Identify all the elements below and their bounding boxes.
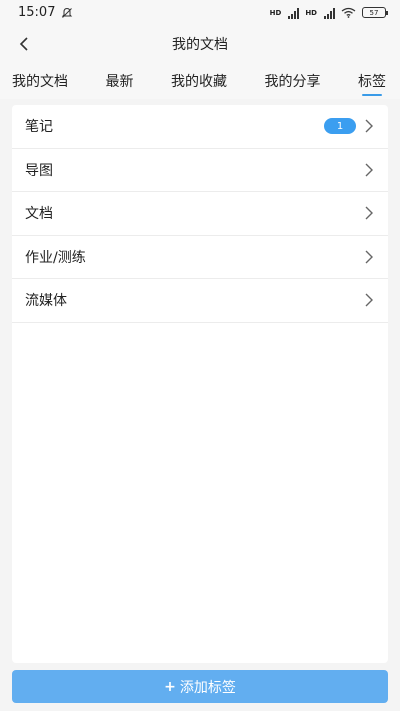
tag-label: 文档 xyxy=(25,206,53,223)
chevron-right-icon xyxy=(365,163,373,177)
tag-item-homework[interactable]: 作业/测练 xyxy=(12,236,388,279)
add-tag-label: 添加标签 xyxy=(179,679,236,696)
tab-my-documents[interactable]: 我的文档 xyxy=(12,63,68,99)
tag-item-notes[interactable]: 笔记 1 xyxy=(12,105,388,149)
status-bar: 15:07 HD HD 57 xyxy=(0,0,400,25)
tab-label: 我的分享 xyxy=(264,74,321,90)
page-title: 我的文档 xyxy=(172,37,228,53)
tab-label: 最新 xyxy=(105,74,134,90)
back-button[interactable] xyxy=(12,32,36,56)
tag-label: 笔记 xyxy=(25,119,53,136)
notification-muted-icon xyxy=(62,7,73,18)
tag-item-streaming-media[interactable]: 流媒体 xyxy=(12,279,388,323)
hd-indicator-icon: HD xyxy=(305,8,317,17)
tag-item-documents[interactable]: 文档 xyxy=(12,192,388,236)
hd-indicator-icon: HD xyxy=(269,8,282,17)
tag-label: 作业/测练 xyxy=(25,249,86,266)
wifi-icon xyxy=(341,7,356,18)
count-badge: 1 xyxy=(324,118,356,135)
tag-list: 笔记 1 导图 文档 作业/测练 流媒体 xyxy=(12,105,388,663)
battery-level: 57 xyxy=(369,8,379,17)
chevron-right-icon xyxy=(365,293,373,307)
tag-item-mindmap[interactable]: 导图 xyxy=(12,149,388,192)
chevron-right-icon xyxy=(365,119,373,133)
add-tag-button[interactable]: + 添加标签 xyxy=(12,670,388,703)
signal-icon xyxy=(288,7,300,19)
status-right: HD HD 57 xyxy=(269,7,388,19)
tab-label: 标签 xyxy=(358,74,386,90)
tag-label: 流媒体 xyxy=(25,293,67,310)
chevron-left-icon xyxy=(19,37,28,51)
title-bar: 我的文档 xyxy=(0,25,400,63)
row-right: 1 xyxy=(324,118,374,135)
signal-icon xyxy=(324,7,335,19)
tab-label: 我的收藏 xyxy=(171,74,227,90)
tag-label: 导图 xyxy=(25,162,53,179)
tab-tags[interactable]: 标签 xyxy=(358,63,386,99)
tab-my-shares[interactable]: 我的分享 xyxy=(265,63,321,99)
chevron-right-icon xyxy=(365,250,373,264)
battery-icon: 57 xyxy=(362,7,388,18)
status-time: 15:07 xyxy=(18,5,56,20)
tab-label: 我的文档 xyxy=(12,74,68,90)
tab-latest[interactable]: 最新 xyxy=(106,63,134,99)
chevron-right-icon xyxy=(365,206,373,220)
tab-my-favorites[interactable]: 我的收藏 xyxy=(171,63,227,99)
status-left: 15:07 xyxy=(18,5,73,20)
plus-icon: + xyxy=(164,678,176,695)
tab-bar: 我的文档 最新 我的收藏 我的分享 标签 xyxy=(0,63,400,99)
